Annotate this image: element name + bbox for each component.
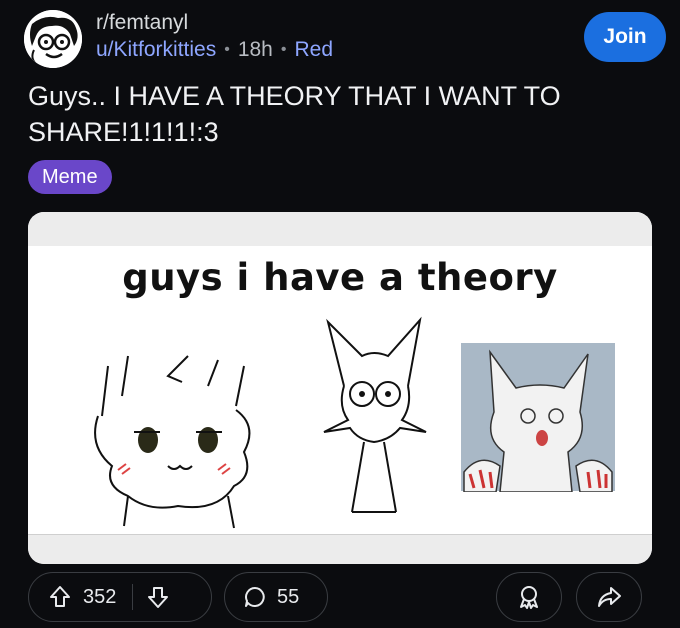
post-image[interactable]: guys i have a theory	[28, 212, 652, 564]
share-button[interactable]	[576, 572, 642, 622]
downvote-arrow-icon	[148, 587, 169, 608]
upvote-button[interactable]	[49, 585, 71, 609]
comments-button[interactable]: 55	[224, 572, 328, 622]
subreddit-avatar[interactable]	[24, 10, 82, 68]
meme-caption: guys i have a theory	[122, 256, 558, 299]
image-bottom-band	[28, 534, 652, 564]
vote-bar: 352	[28, 572, 212, 622]
post-header: r/femtanyl u/Kitforkitties • 18h • Red J…	[24, 6, 666, 70]
join-button[interactable]: Join	[584, 12, 666, 62]
fluffy-cat-drawing	[94, 355, 251, 529]
post-actions: 352 55	[24, 572, 656, 622]
author-username[interactable]: u/Kitforkitties	[96, 36, 216, 64]
comment-count: 55	[277, 585, 300, 608]
meta-separator: •	[224, 41, 230, 58]
meta-separator: •	[280, 41, 287, 58]
post-flair[interactable]: Meme	[28, 160, 112, 194]
spiky-figure-drawing	[323, 316, 427, 513]
comment-bubble-icon	[245, 587, 265, 607]
upvote-arrow-icon	[50, 586, 70, 607]
framed-cat-drawing	[461, 343, 615, 492]
post-time: 18h	[237, 38, 273, 61]
user-flair: Red	[294, 38, 334, 61]
image-top-band	[28, 212, 652, 246]
avatar-face-icon	[24, 10, 82, 68]
award-button[interactable]	[496, 572, 562, 622]
share-arrow-icon	[598, 587, 621, 607]
downvote-button[interactable]	[147, 585, 169, 609]
post-title[interactable]: Guys.. I HAVE A THEORY THAT I WANT TO SH…	[28, 78, 648, 150]
subreddit-name[interactable]: r/femtanyl	[96, 10, 333, 36]
vote-divider	[132, 584, 134, 610]
award-icon	[520, 586, 538, 609]
upvote-count: 352	[83, 585, 117, 608]
